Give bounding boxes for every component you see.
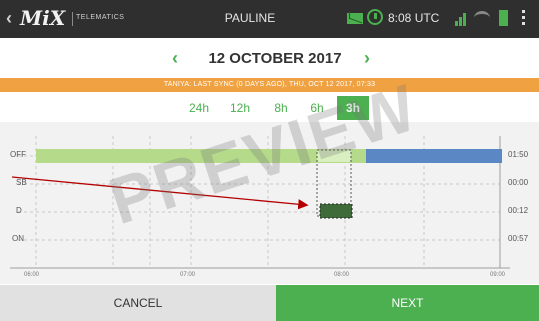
annotation-arrow	[11, 176, 309, 210]
current-date: 12 OCTOBER 2017	[208, 50, 342, 67]
row-label-d: D	[16, 206, 22, 215]
row-label-off: OFF	[10, 150, 26, 159]
duration-d: 00:12	[508, 206, 529, 215]
zoom-24h[interactable]: 24h	[178, 96, 220, 120]
overflow-menu-icon[interactable]	[522, 10, 525, 26]
on-duty-segment	[366, 149, 502, 163]
device-icon	[499, 10, 508, 26]
time-tick-0700: 07:00	[180, 272, 196, 278]
row-label-on: ON	[12, 234, 24, 243]
last-sync-banner: TANIYA: LAST SYNC (0 DAYS AGO), THU, OCT…	[0, 78, 539, 92]
duration-sb: 00:00	[508, 178, 529, 187]
logo-divider	[72, 12, 73, 26]
footer-actions: CANCEL NEXT	[0, 285, 539, 321]
row-label-sb: SB	[16, 178, 27, 187]
drive-segment	[319, 203, 353, 219]
zoom-8h[interactable]: 8h	[266, 96, 296, 120]
vehicle-name: PAULINE	[224, 11, 276, 25]
next-day-icon[interactable]: ›	[364, 48, 370, 69]
zoom-selector: 24h 12h 8h 6h 3h	[0, 96, 539, 122]
zoom-12h[interactable]: 12h	[222, 96, 258, 120]
time-tick-0900: 09:00	[490, 272, 506, 278]
signal-icon	[455, 10, 469, 26]
zoom-6h[interactable]: 6h	[302, 96, 332, 120]
back-icon[interactable]: ‹	[6, 8, 12, 29]
app-header: ‹ MiX TELEMATICS PAULINE 8:08 UTC	[0, 0, 539, 38]
logo-subtitle: TELEMATICS	[76, 14, 125, 21]
time-tick-0600: 06:00	[24, 272, 40, 278]
utc-time: 8:08 UTC	[388, 11, 440, 25]
cancel-button[interactable]: CANCEL	[0, 285, 276, 321]
duty-status-graph[interactable]: OFF SB D ON 01:50 00:00 00:12 00:57 06:0…	[0, 122, 539, 284]
wifi-icon	[474, 11, 490, 25]
sync-clock-icon	[367, 9, 383, 25]
date-navigation: ‹ 12 OCTOBER 2017 ›	[0, 38, 539, 78]
duration-off: 01:50	[508, 150, 529, 159]
message-icon[interactable]	[347, 13, 363, 24]
next-button[interactable]: NEXT	[276, 285, 539, 321]
selected-segment-highlight	[317, 150, 351, 162]
time-tick-0800: 08:00	[334, 272, 350, 278]
graph-canvas	[10, 136, 510, 269]
zoom-3h[interactable]: 3h	[337, 96, 369, 120]
duration-on: 00:57	[508, 234, 529, 243]
previous-day-icon[interactable]: ‹	[172, 48, 178, 69]
mix-logo: MiX	[20, 6, 66, 30]
